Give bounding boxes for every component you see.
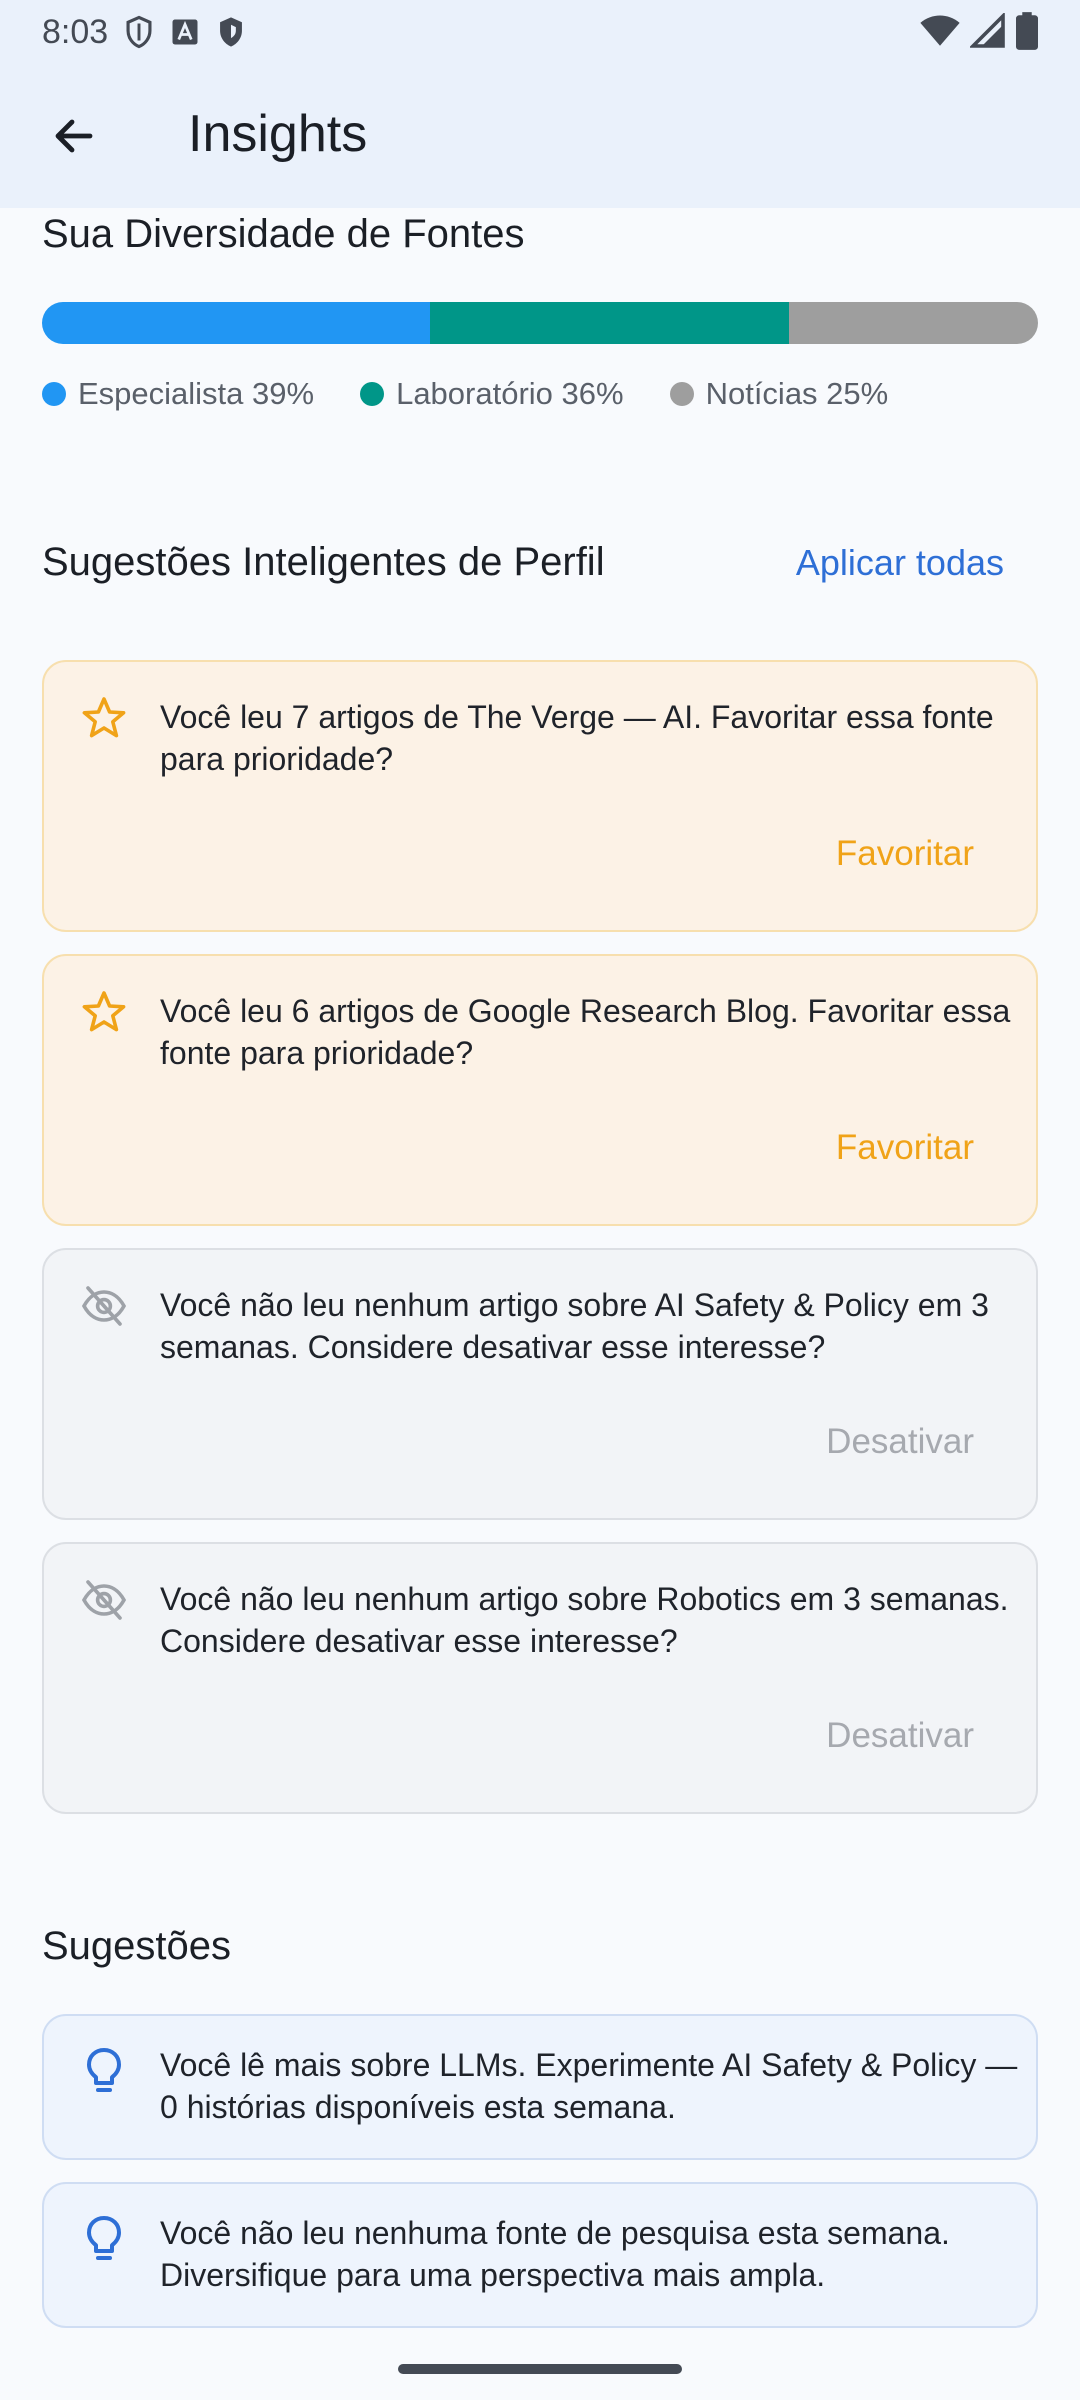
status-bar: 8:03 — [0, 0, 1080, 64]
signal-icon — [970, 13, 1005, 48]
text-a-icon — [172, 19, 198, 45]
diversity-segment-specialist — [42, 302, 431, 344]
legend-label: Especialista 39% — [78, 376, 315, 411]
card-text: Você não leu nenhum artigo sobre Robotic… — [160, 1581, 1009, 1659]
diversity-bar — [42, 302, 1038, 344]
diversity-title: Sua Diversidade de Fontes — [42, 212, 525, 256]
legend-dot — [42, 382, 66, 406]
lightbulb-icon — [87, 2048, 121, 2092]
tip-text: Você não leu nenhuma fonte de pesquisa e… — [160, 2215, 950, 2293]
page-title: Insights — [188, 105, 368, 163]
suggestion-card-disable: Você não leu nenhum artigo sobre AI Safe… — [42, 1248, 1038, 1520]
arrow-back-icon — [55, 119, 93, 153]
card-text: Você leu 7 artigos de The Verge — AI. Fa… — [160, 699, 994, 777]
smart-suggestions-title: Sugestões Inteligentes de Perfil — [42, 540, 605, 584]
diversity-segment-news — [788, 302, 1038, 344]
wifi-icon — [920, 15, 960, 46]
shield-icon — [126, 15, 152, 49]
favorite-button[interactable]: Favoritar — [836, 1128, 974, 1168]
disable-button[interactable]: Desativar — [826, 1716, 974, 1756]
suggestions-title: Sugestões — [42, 1924, 232, 1968]
app-bar: Insights — [0, 84, 1080, 188]
legend-item: Laboratório 36% — [360, 376, 624, 412]
eye-off-icon — [81, 1580, 127, 1620]
battery-icon — [1016, 12, 1038, 50]
lightbulb-icon — [87, 2216, 121, 2260]
suggestion-card-favorite: Você leu 7 artigos de The Verge — AI. Fa… — [42, 660, 1038, 932]
status-time: 8:03 — [42, 12, 109, 51]
apply-all-button[interactable]: Aplicar todas — [796, 542, 1004, 584]
tip-card: Você lê mais sobre LLMs. Experimente AI … — [42, 2014, 1038, 2160]
legend-dot — [669, 382, 694, 406]
tip-text: Você lê mais sobre LLMs. Experimente AI … — [160, 2047, 1018, 2125]
card-text: Você leu 6 artigos de Google Research Bl… — [160, 993, 1011, 1071]
star-icon — [82, 697, 126, 738]
card-text: Você não leu nenhum artigo sobre AI Safe… — [160, 1287, 989, 1365]
legend-item: Especialista 39% — [42, 376, 314, 412]
legend-label: Laboratório 36% — [396, 376, 624, 411]
tip-card: Você não leu nenhuma fonte de pesquisa e… — [42, 2182, 1038, 2328]
favorite-button[interactable]: Favoritar — [836, 834, 974, 874]
back-button[interactable] — [34, 102, 114, 170]
suggestion-card-disable: Você não leu nenhum artigo sobre Robotic… — [42, 1542, 1038, 1814]
legend-item: Notícias 25% — [669, 376, 889, 412]
diversity-segment-lab — [430, 302, 789, 344]
security-shield-icon — [220, 17, 243, 47]
star-icon — [82, 991, 126, 1032]
diversity-legend: Especialista 39% Laboratório 36% Notícia… — [42, 376, 888, 412]
suggestion-card-favorite: Você leu 6 artigos de Google Research Bl… — [42, 954, 1038, 1226]
disable-button[interactable]: Desativar — [826, 1422, 974, 1462]
legend-label: Notícias 25% — [705, 376, 889, 411]
legend-dot — [360, 382, 385, 406]
eye-off-icon — [81, 1286, 127, 1326]
home-indicator[interactable] — [398, 2364, 682, 2374]
top-area: 8:03 Insights — [0, 0, 1080, 208]
